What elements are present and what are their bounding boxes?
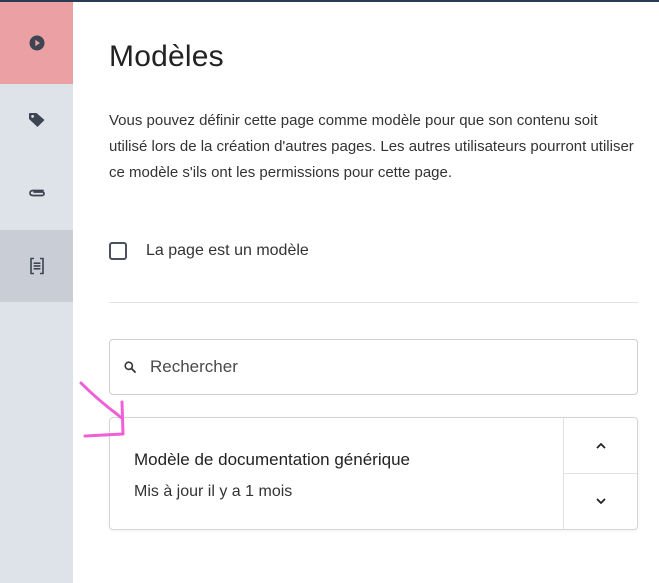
template-updated: Mis à jour il y a 1 mois: [134, 483, 293, 500]
paperclip-icon: [28, 189, 45, 197]
template-card: Modèle de documentation générique Mis à …: [109, 417, 638, 530]
template-icon: [29, 257, 44, 275]
sidebar-item-tags[interactable]: [0, 84, 73, 156]
play-circle-icon: [29, 35, 44, 51]
chevron-down-icon: [596, 498, 605, 504]
move-down-button[interactable]: [564, 474, 637, 529]
templates-panel: Modèles Vous pouvez définir cette page c…: [73, 2, 659, 583]
template-name: Modèle de documentation générique: [134, 450, 410, 469]
templates-description: Vous pouvez définir cette page comme mod…: [109, 112, 634, 181]
move-up-button[interactable]: [564, 418, 637, 474]
chevron-up-icon: [596, 443, 605, 449]
is-template-label: La page est un modèle: [146, 242, 309, 259]
sidebar: [0, 2, 73, 583]
search-icon: [124, 361, 136, 373]
sidebar-item-templates[interactable]: [0, 230, 73, 302]
tag-icon: [28, 113, 44, 127]
divider: [109, 302, 638, 303]
template-search[interactable]: [109, 339, 638, 395]
template-item[interactable]: Modèle de documentation générique Mis à …: [110, 418, 564, 529]
is-template-checkbox[interactable]: [109, 242, 127, 260]
page-title: Modèles: [109, 40, 224, 73]
sidebar-item-play[interactable]: [0, 2, 73, 84]
template-reorder-controls: [563, 418, 637, 529]
search-input[interactable]: [150, 357, 570, 377]
is-template-checkbox-row[interactable]: La page est un modèle: [109, 242, 309, 260]
sidebar-item-attachments[interactable]: [0, 156, 73, 230]
